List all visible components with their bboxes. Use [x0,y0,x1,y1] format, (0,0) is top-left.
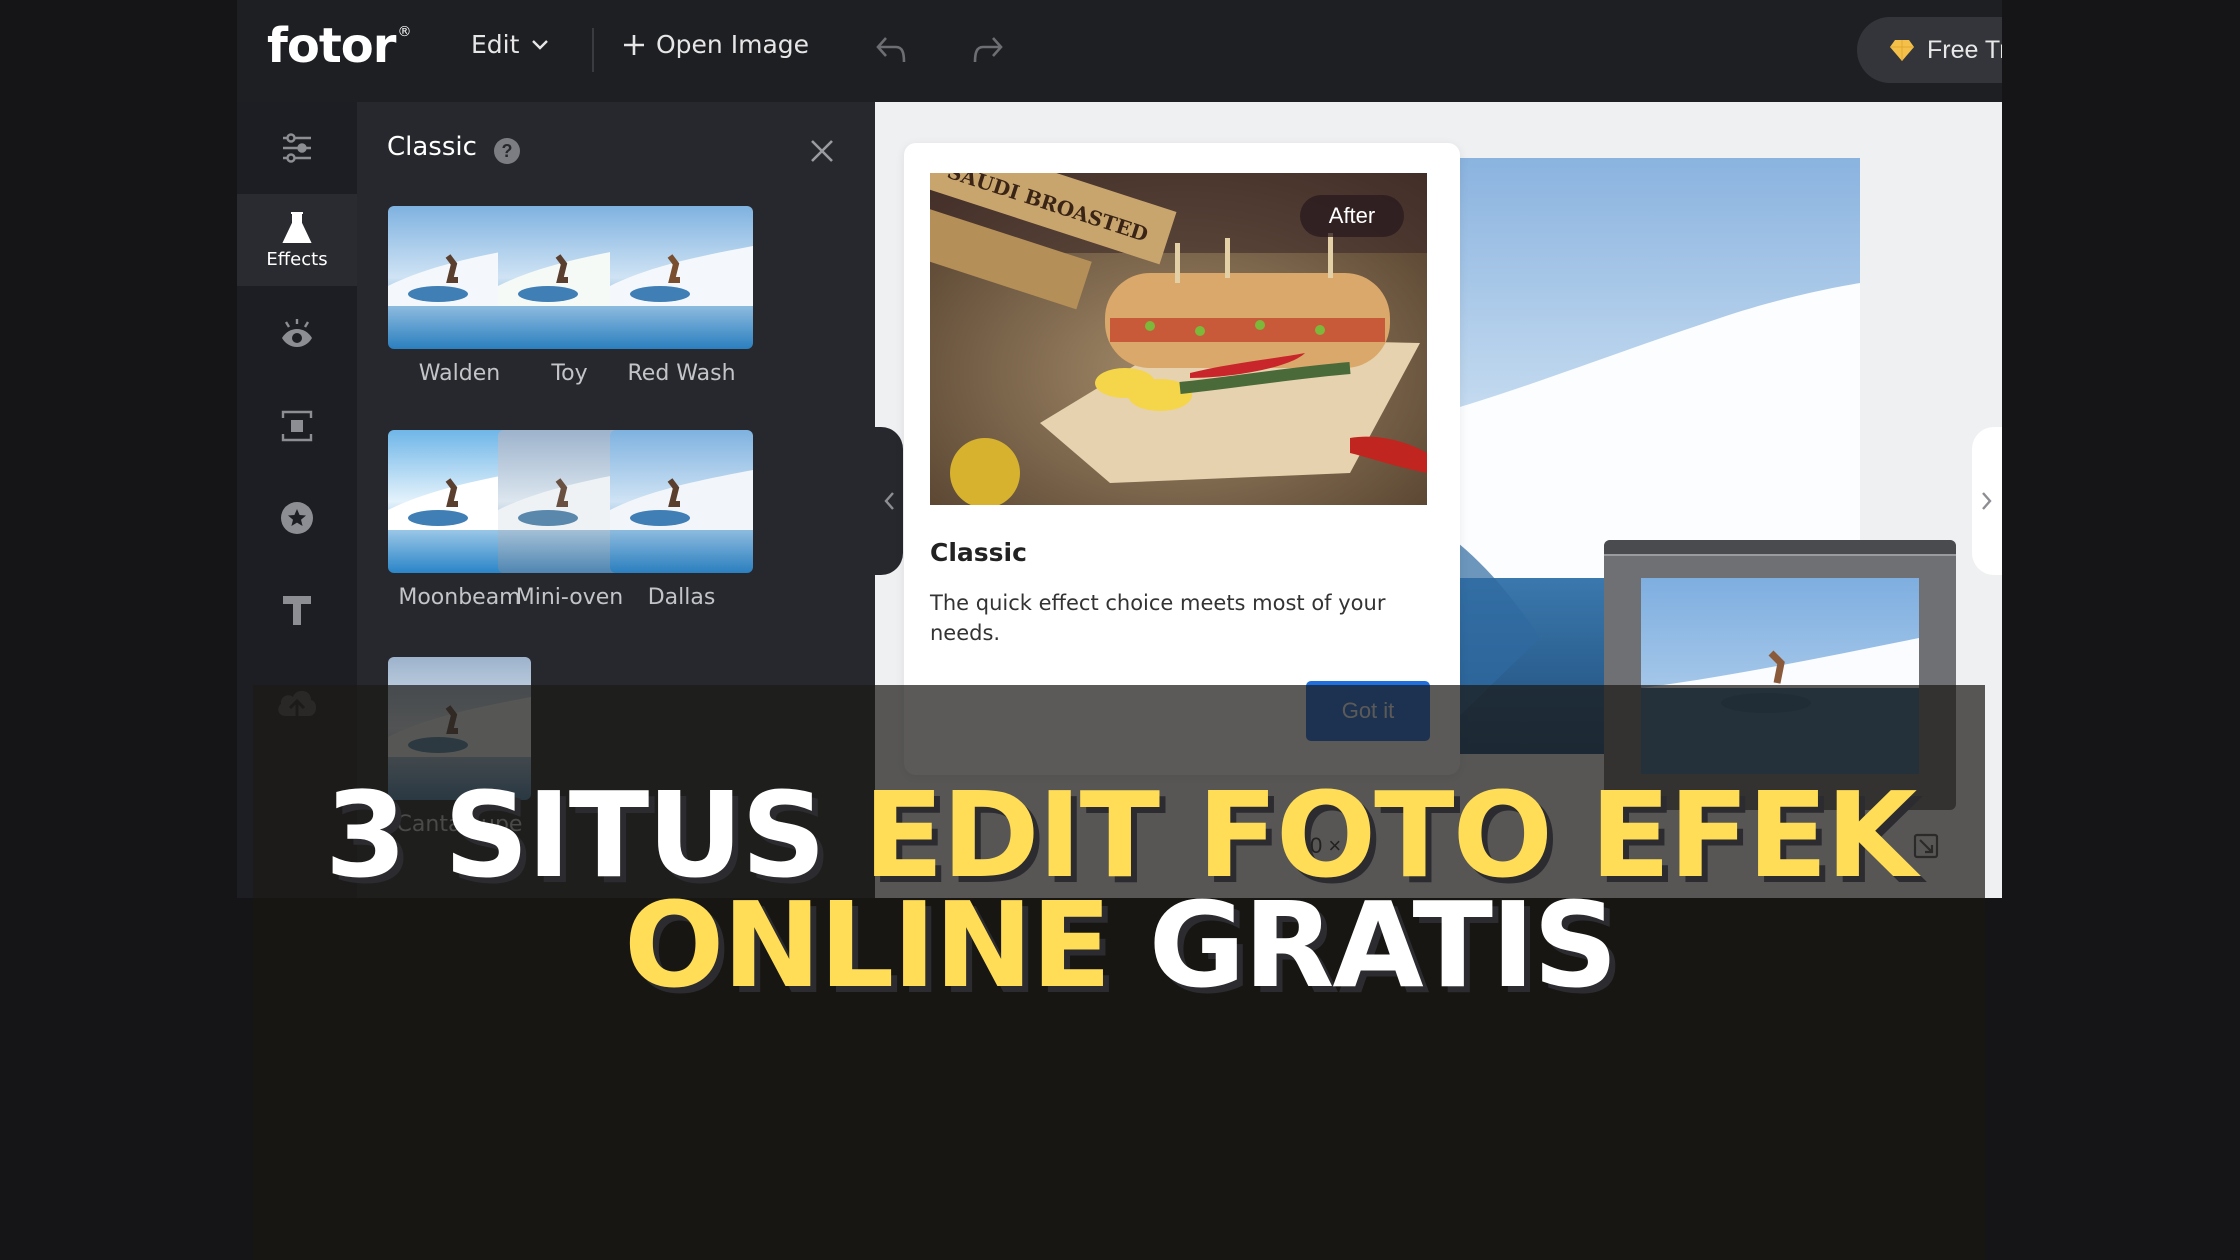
effect-dallas[interactable]: Dallas [610,430,753,610]
effect-thumbnail [610,430,753,573]
free-trial-button[interactable]: Free Tr [1857,17,2002,83]
open-image-label: Open Image [656,30,810,59]
sidebar-label-effects: Effects [266,248,328,270]
redo-button[interactable] [967,30,1007,70]
chevron-right-icon [1982,492,1992,510]
help-icon[interactable]: ? [494,138,520,164]
flask-icon [282,211,312,243]
headline-line-2: ONLINE GRATIS [0,886,2240,1004]
close-icon [811,140,833,162]
eye-icon [282,319,312,347]
free-trial-label: Free Tr [1927,35,2002,64]
effect-tip-popover: SAUDI BROASTED After Classic The quick e… [904,143,1460,775]
sidebar-item-adjust[interactable] [237,102,357,194]
effect-thumbnail [610,206,753,349]
effect-label: Dallas [647,585,716,610]
undo-icon [876,37,906,63]
sidebar-item-effects[interactable]: Effects [237,194,357,286]
effect-red-wash[interactable]: Red Wash [610,206,753,386]
edit-label: Edit [471,30,520,59]
frame-icon [281,410,313,442]
open-image-button[interactable]: Open Image [622,30,809,59]
tip-preview-image: SAUDI BROASTED After [930,173,1427,505]
headline-line-1: 3 SITUS EDIT FOTO EFEK [0,776,2240,894]
headline-white-text: GRATIS [1148,876,1618,1014]
close-panel-button[interactable] [807,136,837,166]
sidebar-item-stickers[interactable] [237,472,357,564]
fotor-logo[interactable]: fotor ® [267,18,411,74]
registered-mark: ® [397,24,411,40]
logo-text: fotor [267,18,396,74]
after-badge: After [1300,195,1404,237]
toolbar-divider [592,28,594,72]
compare-panel-header[interactable] [1604,540,1956,556]
chevron-down-icon [532,39,549,50]
text-icon [283,596,311,625]
sidebar-item-frames[interactable] [237,380,357,472]
tip-title: Classic [930,538,1027,567]
headline-yellow-text: ONLINE [624,876,1112,1014]
star-circle-icon [281,502,313,534]
edit-menu[interactable]: Edit [471,30,549,59]
redo-icon [973,37,1003,63]
diamond-icon [1890,40,1914,61]
article-headline: 3 SITUS EDIT FOTO EFEK ONLINE GRATIS [0,776,2240,1004]
sidebar-item-beauty[interactable] [237,288,357,380]
tip-description: The quick effect choice meets most of yo… [930,591,1386,645]
collapse-panel-button[interactable] [875,427,903,575]
expand-right-panel-button[interactable] [1972,427,2002,575]
effect-label: Red Wash [627,361,736,386]
sliders-icon [283,133,311,163]
panel-title: Classic [387,132,477,162]
plus-icon [624,34,644,55]
undo-button[interactable] [872,30,912,70]
chevron-left-icon [884,492,894,510]
sidebar-item-text[interactable] [237,564,357,656]
top-bar: fotor ® Edit Open Image Free Tr [237,0,2002,102]
